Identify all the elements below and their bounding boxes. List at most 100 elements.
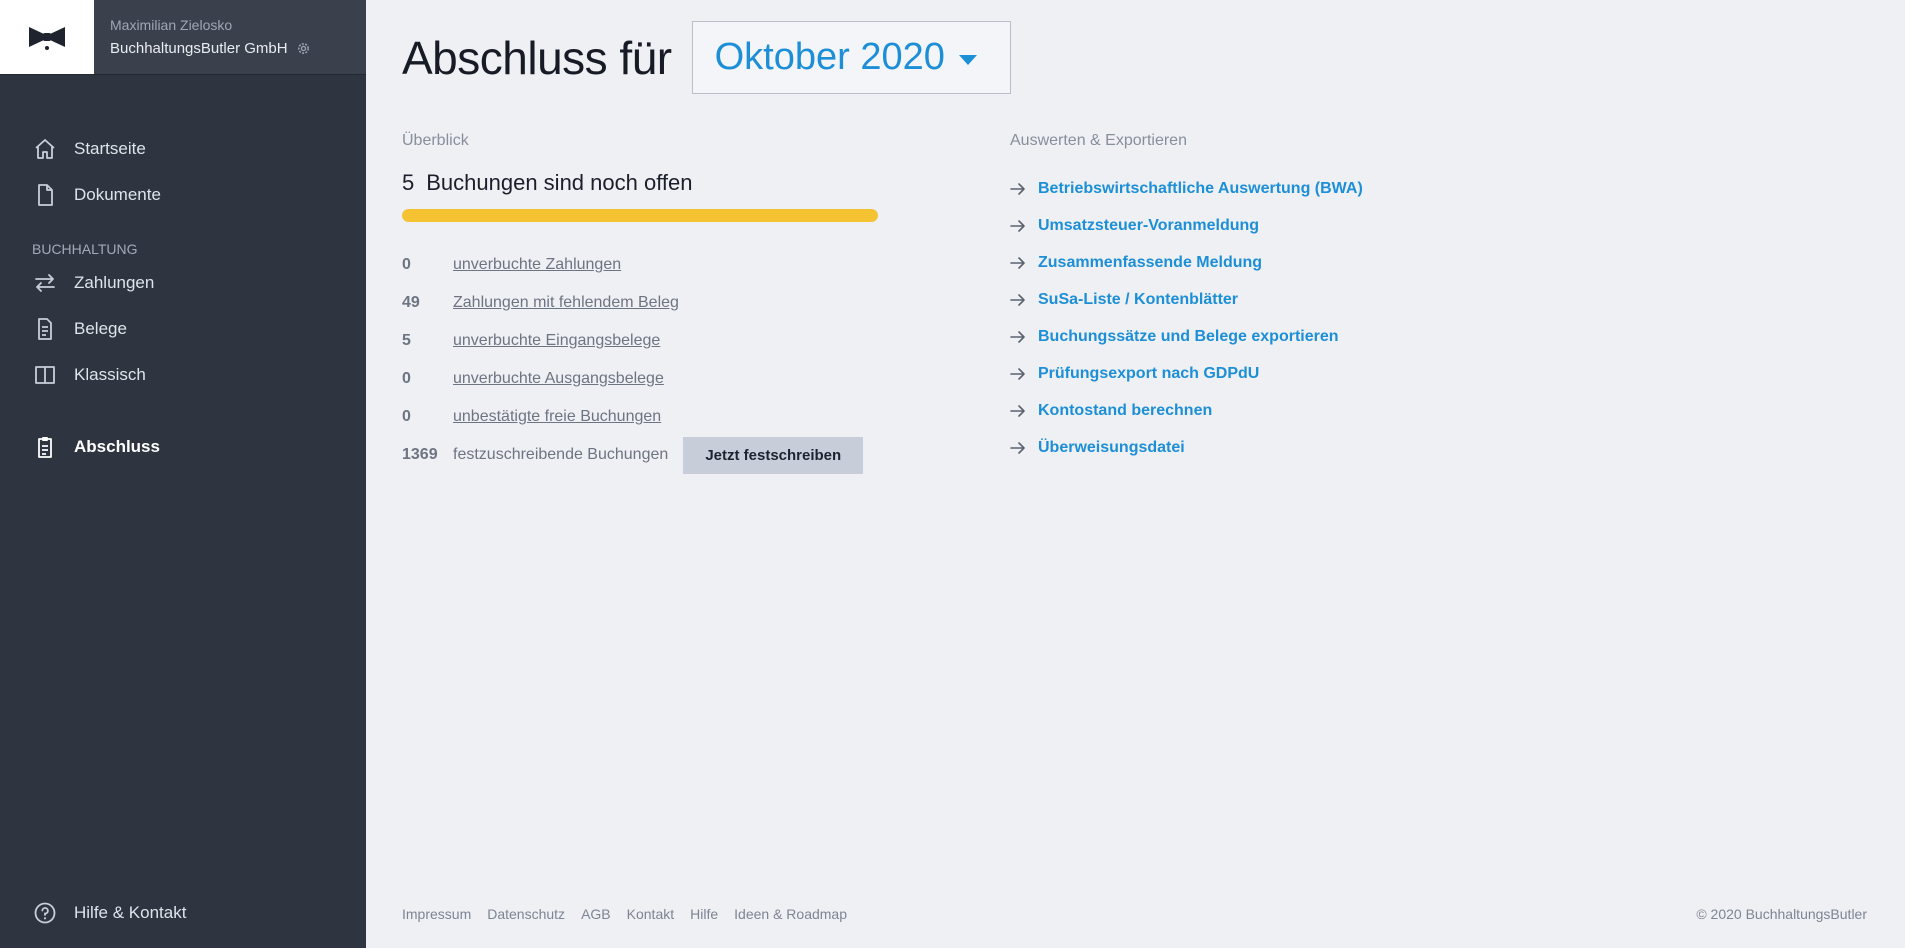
nav-item-hilfe[interactable]: Hilfe & Kontakt	[0, 890, 366, 936]
brand-header: Maximilian Zielosko BuchhaltungsButler G…	[0, 0, 366, 75]
logo[interactable]	[0, 0, 94, 74]
export-label: Kontostand berechnen	[1038, 401, 1213, 419]
stat-link-eingangsbelege[interactable]: unverbuchte Eingangsbelege	[453, 332, 660, 350]
stat-count: 5	[402, 332, 411, 349]
page-title: Abschluss für	[402, 31, 672, 84]
overview-section: Überblick 5 Buchungen sind noch offen 0 …	[402, 132, 892, 474]
account-company: BuchhaltungsButler GmbH	[110, 40, 288, 57]
open-count: 5	[402, 170, 415, 195]
stat-link-unverbuchte-zahlungen[interactable]: unverbuchte Zahlungen	[453, 256, 621, 274]
export-link-bwa[interactable]: Betriebswirtschaftliche Auswertung (BWA)	[1010, 170, 1530, 207]
stat-row: 0 unverbuchte Zahlungen	[402, 246, 892, 284]
nav-label: Belege	[74, 319, 127, 338]
stat-row: 5 unverbuchte Eingangsbelege	[402, 322, 892, 360]
stat-count: 49	[402, 294, 420, 311]
stat-row: 0 unbestätigte freie Buchungen	[402, 398, 892, 436]
export-label: Umsatzsteuer-Voranmeldung	[1038, 216, 1260, 234]
open-bookings-summary: 5 Buchungen sind noch offen	[402, 170, 892, 196]
footer-link-kontakt[interactable]: Kontakt	[627, 906, 674, 922]
bowtie-icon	[29, 27, 65, 50]
help-icon	[32, 900, 58, 926]
footer-link-roadmap[interactable]: Ideen & Roadmap	[734, 906, 847, 922]
stat-count: 0	[402, 256, 411, 273]
stats-list: 0 unverbuchte Zahlungen 49 Zahlungen mit…	[402, 246, 892, 474]
nav-item-dokumente[interactable]: Dokumente	[0, 172, 366, 218]
overview-label: Überblick	[402, 132, 469, 149]
export-label: SuSa-Liste / Kontenblätter	[1038, 290, 1239, 308]
exports-section: Auswerten & Exportieren Betriebswirtscha…	[1010, 132, 1530, 466]
exports-label: Auswerten & Exportieren	[1010, 132, 1187, 149]
main-nav: Startseite Dokumente BUCHHALTUNG Zahlung…	[0, 126, 366, 470]
caret-down-icon	[958, 54, 977, 65]
gear-icon[interactable]	[296, 41, 311, 56]
footer-link-impressum[interactable]: Impressum	[402, 906, 471, 922]
nav-section-buchhaltung: BUCHHALTUNG	[32, 241, 138, 257]
commit-label: festzuschreibende Buchungen	[453, 446, 669, 463]
stat-count: 0	[402, 408, 411, 425]
period-select[interactable]: Oktober 2020	[691, 21, 1011, 94]
export-link-susa[interactable]: SuSa-Liste / Kontenblätter	[1010, 281, 1530, 318]
export-link-gdpdu[interactable]: Prüfungsexport nach GDPdU	[1010, 355, 1530, 392]
nav-label: Klassisch	[74, 365, 146, 384]
nav-item-abschluss[interactable]: Abschluss	[0, 424, 366, 470]
stat-link-fehlender-beleg[interactable]: Zahlungen mit fehlendem Beleg	[453, 294, 679, 312]
footer-links: Impressum Datenschutz AGB Kontakt Hilfe …	[402, 906, 847, 922]
export-link-ustva[interactable]: Umsatzsteuer-Voranmeldung	[1010, 207, 1530, 244]
commit-button[interactable]: Jetzt festschreiben	[683, 436, 864, 474]
nav-item-belege[interactable]: Belege	[0, 306, 366, 352]
export-label: Prüfungsexport nach GDPdU	[1038, 364, 1260, 382]
arrow-right-icon	[1010, 217, 1028, 235]
nav-item-klassisch[interactable]: Klassisch	[0, 352, 366, 398]
export-label: Zusammenfassende Meldung	[1038, 253, 1263, 271]
export-link-zm[interactable]: Zusammenfassende Meldung	[1010, 244, 1530, 281]
page-header: Abschluss für Oktober 2020	[402, 21, 1011, 94]
progress-bar	[402, 209, 878, 222]
arrow-right-icon	[1010, 254, 1028, 272]
document-icon	[32, 182, 58, 208]
transfer-icon	[32, 270, 58, 296]
footer: Impressum Datenschutz AGB Kontakt Hilfe …	[402, 906, 1867, 922]
export-link-ueberweisungsdatei[interactable]: Überweisungsdatei	[1010, 429, 1530, 466]
stat-row-commit: 1369 festzuschreibende Buchungen Jetzt f…	[402, 436, 892, 474]
nav-label: Abschluss	[74, 437, 160, 456]
nav-label: Dokumente	[74, 185, 161, 204]
arrow-right-icon	[1010, 180, 1028, 198]
clipboard-icon	[32, 434, 58, 460]
stat-count: 0	[402, 370, 411, 387]
arrow-right-icon	[1010, 439, 1028, 457]
export-list: Betriebswirtschaftliche Auswertung (BWA)…	[1010, 170, 1530, 466]
export-label: Buchungssätze und Belege exportieren	[1038, 327, 1339, 345]
export-label: Betriebswirtschaftliche Auswertung (BWA)	[1038, 179, 1363, 197]
copyright: © 2020 BuchhaltungsButler	[1696, 906, 1867, 922]
open-text: Buchungen sind noch offen	[426, 170, 693, 195]
period-value: Oktober 2020	[714, 36, 945, 78]
nav-label: Startseite	[74, 139, 146, 158]
footer-link-datenschutz[interactable]: Datenschutz	[487, 906, 565, 922]
stat-count: 1369	[402, 446, 438, 463]
export-link-kontostand[interactable]: Kontostand berechnen	[1010, 392, 1530, 429]
nav-label: Zahlungen	[74, 273, 155, 292]
account-user: Maximilian Zielosko	[110, 17, 233, 33]
nav-label: Hilfe & Kontakt	[74, 903, 187, 922]
stat-link-freie-buchungen[interactable]: unbestätigte freie Buchungen	[453, 408, 661, 426]
nav-item-startseite[interactable]: Startseite	[0, 126, 366, 172]
arrow-right-icon	[1010, 402, 1028, 420]
receipt-icon	[32, 316, 58, 342]
footer-link-hilfe[interactable]: Hilfe	[690, 906, 718, 922]
stat-row: 0 unverbuchte Ausgangsbelege	[402, 360, 892, 398]
main-content: Abschluss für Oktober 2020 Überblick 5 B…	[366, 0, 1905, 948]
nav-item-zahlungen[interactable]: Zahlungen	[0, 260, 366, 306]
footer-link-agb[interactable]: AGB	[581, 906, 611, 922]
sidebar: Maximilian Zielosko BuchhaltungsButler G…	[0, 0, 366, 948]
stat-link-ausgangsbelege[interactable]: unverbuchte Ausgangsbelege	[453, 370, 664, 388]
export-label: Überweisungsdatei	[1038, 438, 1185, 456]
columns-icon	[32, 362, 58, 388]
account-info[interactable]: Maximilian Zielosko BuchhaltungsButler G…	[94, 0, 366, 74]
arrow-right-icon	[1010, 291, 1028, 309]
arrow-right-icon	[1010, 365, 1028, 383]
arrow-right-icon	[1010, 328, 1028, 346]
progress-fill	[402, 209, 878, 222]
export-link-buchungssaetze[interactable]: Buchungssätze und Belege exportieren	[1010, 318, 1530, 355]
home-icon	[32, 136, 58, 162]
stat-row: 49 Zahlungen mit fehlendem Beleg	[402, 284, 892, 322]
